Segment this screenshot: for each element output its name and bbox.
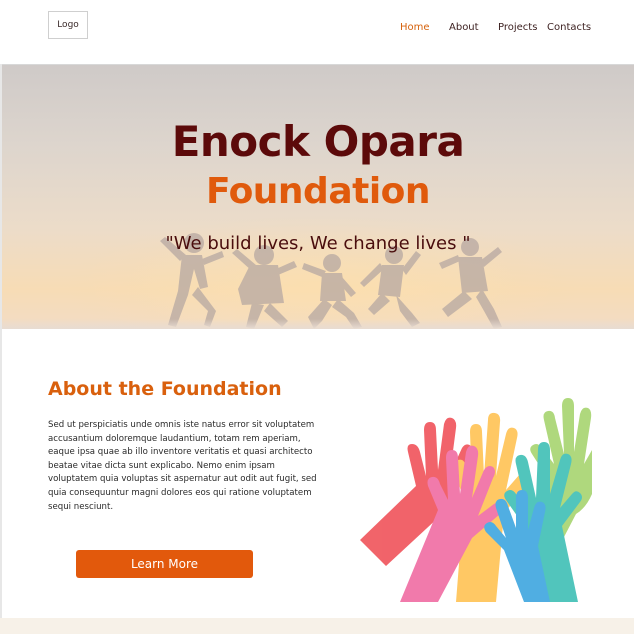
nav-home[interactable]: Home	[400, 22, 430, 33]
hero-banner: Enock Opara Foundation "We build lives, …	[2, 64, 634, 329]
learn-more-button[interactable]: Learn More	[76, 550, 253, 578]
hero-ground	[2, 319, 634, 329]
nav-contacts[interactable]: Contacts	[547, 22, 591, 33]
raised-colorful-hands-image	[360, 398, 592, 602]
site-header: Logo Home About Projects Contacts	[0, 0, 634, 64]
nav-projects[interactable]: Projects	[498, 22, 537, 33]
footer-strip	[0, 618, 634, 634]
hero-title-foundation: Foundation	[205, 171, 431, 212]
hero-title-name: Enock Opara	[171, 117, 465, 166]
logo[interactable]: Logo	[48, 11, 88, 39]
hero-tagline: "We build lives, We change lives "	[165, 233, 471, 254]
about-heading: About the Foundation	[48, 378, 282, 400]
nav-about[interactable]: About	[449, 22, 479, 33]
about-body: Sed ut perspiciatis unde omnis iste natu…	[48, 420, 317, 512]
